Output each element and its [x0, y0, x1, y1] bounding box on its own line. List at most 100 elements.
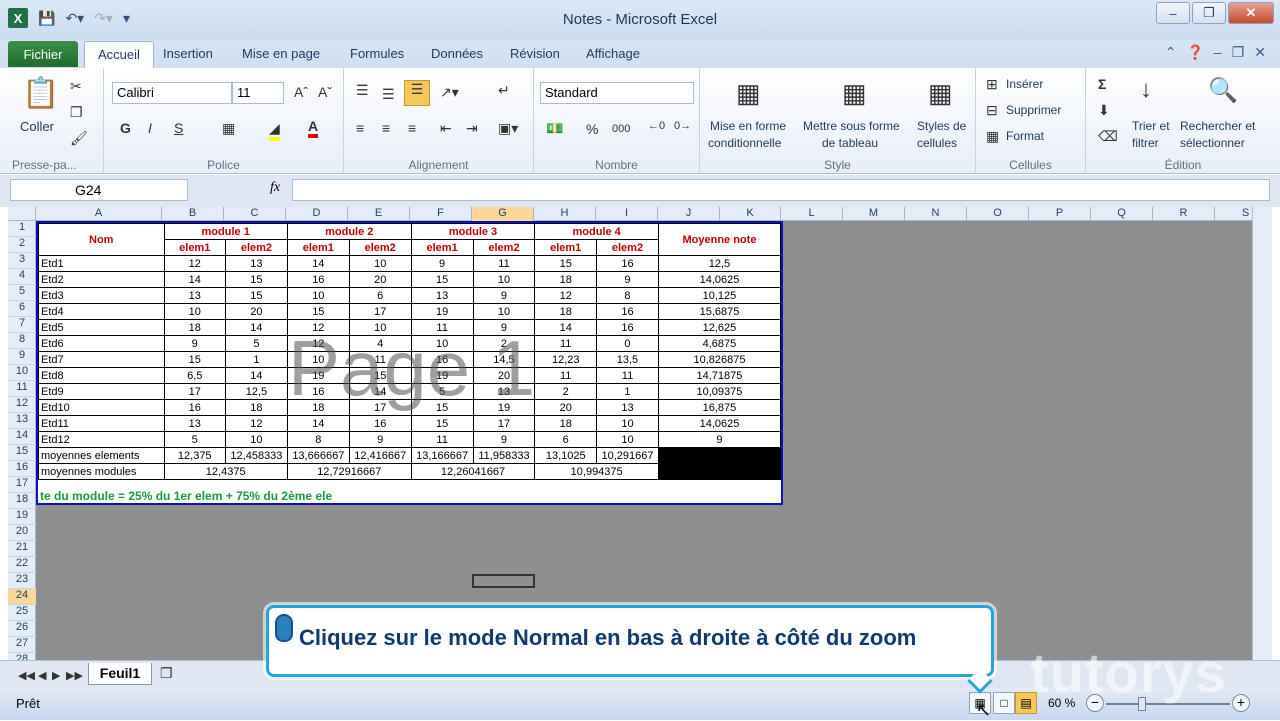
grade-cell[interactable]: 18	[163, 319, 226, 336]
align-bottom-icon[interactable]: ☰	[404, 80, 430, 106]
cell-styles-button-2[interactable]: cellules	[917, 136, 957, 150]
align-middle-icon[interactable]: ☰	[382, 86, 395, 103]
grade-cell[interactable]: 10	[348, 319, 412, 336]
row-header-11[interactable]: 11	[8, 381, 36, 397]
percent-button[interactable]: %	[586, 121, 598, 137]
grade-cell[interactable]: 18	[534, 303, 598, 320]
conditional-format-button[interactable]: Mise en forme	[710, 119, 786, 133]
average-cell[interactable]: 15,6875	[657, 303, 782, 320]
average-cell[interactable]: 4,6875	[657, 335, 782, 352]
doc-close-icon[interactable]: ✕	[1254, 44, 1266, 61]
first-sheet-icon[interactable]: ◀◀	[18, 669, 35, 682]
row-header-6[interactable]: 6	[8, 301, 36, 317]
grade-cell[interactable]: 17	[472, 415, 536, 432]
grade-cell[interactable]: 11	[534, 335, 598, 352]
student-name[interactable]: Etd1	[38, 255, 165, 272]
row-header-26[interactable]: 26	[8, 621, 36, 637]
last-sheet-icon[interactable]: ▶▶	[66, 669, 83, 682]
row-header-24[interactable]: 24	[8, 589, 36, 605]
header-elem1[interactable]: elem1	[286, 239, 350, 256]
decrease-indent-icon[interactable]: ⇤	[440, 120, 452, 137]
grade-cell[interactable]: 5	[410, 383, 474, 400]
grade-cell[interactable]: 6,5	[163, 367, 226, 384]
grade-cell[interactable]: 18	[286, 399, 350, 416]
font-name-dropdown[interactable]: Calibri	[112, 82, 232, 104]
grade-cell[interactable]: 15	[163, 351, 226, 368]
row-header-28[interactable]: 28	[8, 653, 36, 660]
clear-icon[interactable]: ⌫	[1098, 128, 1118, 145]
grade-cell[interactable]: 12	[286, 319, 350, 336]
number-format-dropdown[interactable]: Standard	[540, 82, 694, 104]
module-average-cell[interactable]: 12,72916667	[286, 463, 412, 480]
page-layout-view-button[interactable]: □	[993, 692, 1015, 714]
cut-icon[interactable]: ✂	[70, 78, 82, 95]
grade-cell[interactable]: 9	[348, 431, 412, 448]
align-top-icon[interactable]: ☰	[356, 82, 369, 99]
insert-cells-icon[interactable]: ⊞	[986, 76, 998, 93]
row-header-13[interactable]: 13	[8, 413, 36, 429]
grade-cell[interactable]: 14	[286, 255, 350, 272]
help-icon[interactable]: ❓	[1186, 44, 1203, 61]
header-elem1[interactable]: elem1	[534, 239, 598, 256]
column-header-n[interactable]: N	[905, 207, 967, 221]
grade-cell[interactable]: 11	[596, 367, 659, 384]
column-header-d[interactable]: D	[286, 207, 348, 221]
row-header-16[interactable]: 16	[8, 461, 36, 477]
grade-cell[interactable]: 14	[534, 319, 598, 336]
grade-cell[interactable]: 13	[224, 255, 288, 272]
grade-cell[interactable]: 19	[286, 367, 350, 384]
fill-color-icon[interactable]: ◢	[269, 120, 280, 141]
grow-font-icon[interactable]: Aˆ	[294, 84, 308, 100]
row-header-23[interactable]: 23	[8, 573, 36, 589]
orientation-icon[interactable]: ↗▾	[440, 84, 459, 101]
grade-cell[interactable]: 10	[596, 431, 659, 448]
student-name[interactable]: Etd5	[38, 319, 165, 336]
grade-cell[interactable]: 10	[286, 351, 350, 368]
grade-cell[interactable]: 14	[286, 415, 350, 432]
student-name[interactable]: Etd11	[38, 415, 165, 432]
grade-cell[interactable]: 11	[348, 351, 412, 368]
modules-average-label[interactable]: moyennes modules	[38, 463, 165, 480]
sort-filter-button[interactable]: Trier et	[1132, 119, 1170, 133]
next-sheet-icon[interactable]: ▶	[52, 669, 60, 682]
conditional-format-button-2[interactable]: conditionnelle	[708, 136, 781, 150]
align-right-icon[interactable]: ≡	[408, 120, 416, 136]
grade-cell[interactable]: 12,23	[534, 351, 598, 368]
column-header-o[interactable]: O	[967, 207, 1029, 221]
format-table-icon[interactable]: ▦	[842, 78, 867, 109]
header-elem2[interactable]: elem2	[348, 239, 412, 256]
header-module[interactable]: module 3	[410, 223, 536, 240]
grade-cell[interactable]: 15	[410, 415, 474, 432]
grade-cell[interactable]: 17	[348, 303, 412, 320]
doc-minimize-icon[interactable]: –	[1214, 44, 1222, 61]
element-average-cell[interactable]: 10,291667	[596, 447, 659, 464]
element-average-cell[interactable]: 12,416667	[348, 447, 412, 464]
module-average-cell[interactable]: 10,994375	[534, 463, 659, 480]
align-left-icon[interactable]: ≡	[356, 120, 364, 136]
find-select-button[interactable]: Rechercher et	[1180, 119, 1255, 133]
column-header-p[interactable]: P	[1029, 207, 1091, 221]
row-header-5[interactable]: 5	[8, 285, 36, 301]
grade-cell[interactable]: 12,5	[224, 383, 288, 400]
sort-filter-button-2[interactable]: filtrer	[1132, 136, 1159, 150]
grade-cell[interactable]: 15	[224, 287, 288, 304]
grade-cell[interactable]: 16	[596, 303, 659, 320]
align-center-icon[interactable]: ≡	[382, 120, 390, 136]
grade-cell[interactable]: 19	[472, 399, 536, 416]
student-name[interactable]: Etd2	[38, 271, 165, 288]
tab-file[interactable]: Fichier	[8, 41, 78, 67]
grade-cell[interactable]: 1	[224, 351, 288, 368]
format-cells-icon[interactable]: ▦	[986, 128, 999, 145]
grade-cell[interactable]: 16	[348, 415, 412, 432]
grade-cell[interactable]: 10	[163, 303, 226, 320]
row-header-15[interactable]: 15	[8, 445, 36, 461]
grade-cell[interactable]: 17	[348, 399, 412, 416]
grade-cell[interactable]: 11	[410, 431, 474, 448]
grade-cell[interactable]: 14,5	[472, 351, 536, 368]
grade-cell[interactable]: 13	[596, 399, 659, 416]
grade-cell[interactable]: 14	[348, 383, 412, 400]
header-module[interactable]: module 4	[534, 223, 659, 240]
column-header-c[interactable]: C	[224, 207, 286, 221]
element-average-cell[interactable]: 12,375	[163, 447, 226, 464]
fill-icon[interactable]: ⬇	[1098, 102, 1110, 119]
